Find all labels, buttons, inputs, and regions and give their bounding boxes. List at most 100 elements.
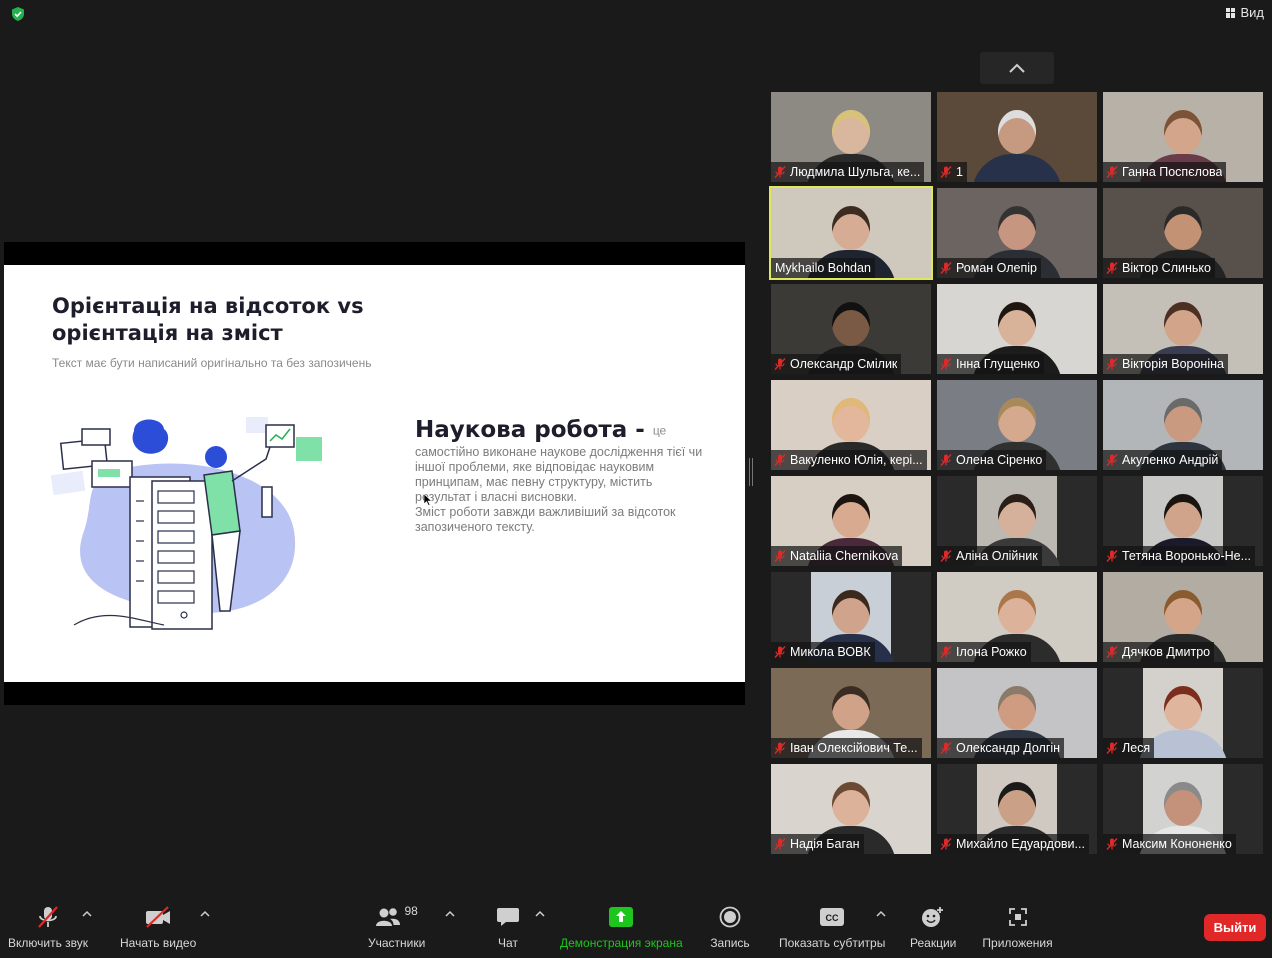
participant-video-tile[interactable]: Ганна Поспєлова xyxy=(1103,92,1263,182)
participant-name: Олена Сіренко xyxy=(956,453,1043,467)
muted-mic-icon xyxy=(940,454,952,466)
participant-name-label: Олександр Долгін xyxy=(937,738,1065,758)
participant-name-label: Максим Кононенко xyxy=(1103,834,1236,854)
muted-mic-icon xyxy=(774,358,786,370)
participants-button[interactable]: 98 Участники xyxy=(368,904,425,950)
record-button[interactable]: Запись xyxy=(710,904,750,950)
participants-count: 98 xyxy=(404,904,418,918)
muted-mic-icon xyxy=(1106,166,1118,178)
gallery-scroll-up-button[interactable] xyxy=(980,52,1054,84)
participant-name-label: Михайло Едуардови... xyxy=(937,834,1089,854)
participant-video-tile[interactable]: Тетяна Воронько-Не... xyxy=(1103,476,1263,566)
participant-face xyxy=(998,206,1036,250)
participant-name: Віктор Слинько xyxy=(1122,261,1211,275)
participant-video-tile[interactable]: Надія Баган xyxy=(771,764,931,854)
split-view-divider-handle[interactable] xyxy=(749,458,753,486)
participant-name-label: Акуленко Андрій xyxy=(1103,450,1223,470)
participant-name: Вакуленко Юлія, кері... xyxy=(790,453,923,467)
audio-options-caret-icon[interactable] xyxy=(82,910,92,918)
video-options-caret-icon[interactable] xyxy=(200,910,210,918)
participant-face xyxy=(998,398,1036,442)
chat-options-caret-icon[interactable] xyxy=(535,910,545,918)
muted-mic-icon xyxy=(774,742,786,754)
participant-face xyxy=(832,302,870,346)
share-screen-icon xyxy=(609,907,634,927)
participant-name-label: Інна Глущенко xyxy=(937,354,1044,374)
slide-title: Орієнтація на відсоток vs орієнтація на … xyxy=(52,294,364,345)
participant-video-tile[interactable]: 1 xyxy=(937,92,1097,182)
muted-mic-icon xyxy=(774,454,786,466)
participant-video-tile[interactable]: Михайло Едуардови... xyxy=(937,764,1097,854)
participant-video-tile[interactable]: Акуленко Андрій xyxy=(1103,380,1263,470)
chat-button[interactable]: Чат xyxy=(496,904,520,950)
muted-mic-icon xyxy=(940,742,952,754)
participant-name: Надія Баган xyxy=(790,837,860,851)
participant-name-label: Ілона Рожко xyxy=(937,642,1031,662)
start-video-button[interactable]: Начать видео xyxy=(120,904,196,950)
participant-name: Олександр Смілик xyxy=(790,357,898,371)
participant-face xyxy=(832,398,870,442)
slide-subtitle: Текст має бути написаний оригінально та … xyxy=(52,356,372,370)
participant-name: Аліна Олійник xyxy=(956,549,1038,563)
muted-mic-icon xyxy=(774,166,786,178)
muted-mic-icon xyxy=(1106,838,1118,850)
participant-face xyxy=(1164,590,1202,634)
participant-name-label: Вікторія Вороніна xyxy=(1103,354,1228,374)
captions-options-caret-icon[interactable] xyxy=(876,910,886,918)
show-captions-button[interactable]: CC Показать субтитры xyxy=(779,904,885,950)
start-video-label: Начать видео xyxy=(120,936,197,950)
participant-face xyxy=(998,110,1036,154)
apps-label: Приложения xyxy=(982,936,1053,950)
participant-video-tile[interactable]: Віктор Слинько xyxy=(1103,188,1263,278)
record-icon xyxy=(719,906,741,928)
participant-name-label: Леся xyxy=(1103,738,1155,758)
muted-mic-icon xyxy=(774,646,786,658)
participant-video-tile[interactable]: Іван Олексійович Те... xyxy=(771,668,931,758)
participant-video-tile[interactable]: Ілона Рожко xyxy=(937,572,1097,662)
participants-options-caret-icon[interactable] xyxy=(445,910,455,918)
participant-name-label: Людмила Шульга, ке... xyxy=(771,162,925,182)
view-button[interactable]: Вид xyxy=(1226,5,1264,20)
participant-video-tile[interactable]: Олександр Смілик xyxy=(771,284,931,374)
participant-video-tile[interactable]: Людмила Шульга, ке... xyxy=(771,92,931,182)
participant-video-tile[interactable]: Інна Глущенко xyxy=(937,284,1097,374)
participant-name-label: Mykhailo Bohdan xyxy=(771,258,875,278)
participant-video-tile[interactable]: Вікторія Вороніна xyxy=(1103,284,1263,374)
participant-video-tile[interactable]: Олександр Долгін xyxy=(937,668,1097,758)
encryption-shield-icon[interactable] xyxy=(10,6,26,22)
participant-video-tile[interactable]: Максим Кононенко xyxy=(1103,764,1263,854)
participant-video-tile[interactable]: Аліна Олійник xyxy=(937,476,1097,566)
participant-face xyxy=(832,110,870,154)
participant-video-tile[interactable]: Леся xyxy=(1103,668,1263,758)
participant-video-tile[interactable]: Nataliia Chernikova xyxy=(771,476,931,566)
leave-meeting-button[interactable]: Выйти xyxy=(1204,914,1266,941)
view-grid-icon xyxy=(1226,7,1236,18)
participant-name: Вікторія Вороніна xyxy=(1122,357,1224,371)
participant-video-tile[interactable]: Роман Олепір xyxy=(937,188,1097,278)
participant-face xyxy=(1164,686,1202,730)
participant-name: Роман Олепір xyxy=(956,261,1037,275)
closed-captions-icon: CC xyxy=(820,908,845,926)
participant-name-label: Ганна Поспєлова xyxy=(1103,162,1227,182)
participant-video-tile[interactable]: Олена Сіренко xyxy=(937,380,1097,470)
muted-mic-icon xyxy=(1106,358,1118,370)
share-screen-label: Демонстрация экрана xyxy=(560,936,683,950)
participant-name: Іван Олексійович Те... xyxy=(790,741,918,755)
chat-bubble-icon xyxy=(497,908,519,926)
video-off-icon xyxy=(146,906,171,928)
slide-heading: Наукова робота - це xyxy=(415,417,666,443)
participant-video-tile[interactable]: Mykhailo Bohdan xyxy=(769,186,933,280)
participant-video-tile[interactable]: Вакуленко Юлія, кері... xyxy=(771,380,931,470)
participant-name: Mykhailo Bohdan xyxy=(775,261,871,275)
share-screen-button[interactable]: Демонстрация экрана xyxy=(560,904,683,950)
apps-button[interactable]: Приложения xyxy=(981,904,1054,950)
participant-video-tile[interactable]: Дячков Дмитро xyxy=(1103,572,1263,662)
slide-body: самостійно виконане наукове дослідження … xyxy=(415,445,705,535)
participant-video-tile[interactable]: Микола ВОВК xyxy=(771,572,931,662)
unmute-button[interactable]: Включить звук xyxy=(8,904,88,950)
participant-name-label: Дячков Дмитро xyxy=(1103,642,1215,662)
reactions-button[interactable]: Реакции xyxy=(910,904,956,950)
muted-mic-icon xyxy=(940,166,952,178)
reactions-label: Реакции xyxy=(910,936,957,950)
participant-gallery: Людмила Шульга, ке... 1 Ганна Поспєлова Myk… xyxy=(769,92,1263,854)
